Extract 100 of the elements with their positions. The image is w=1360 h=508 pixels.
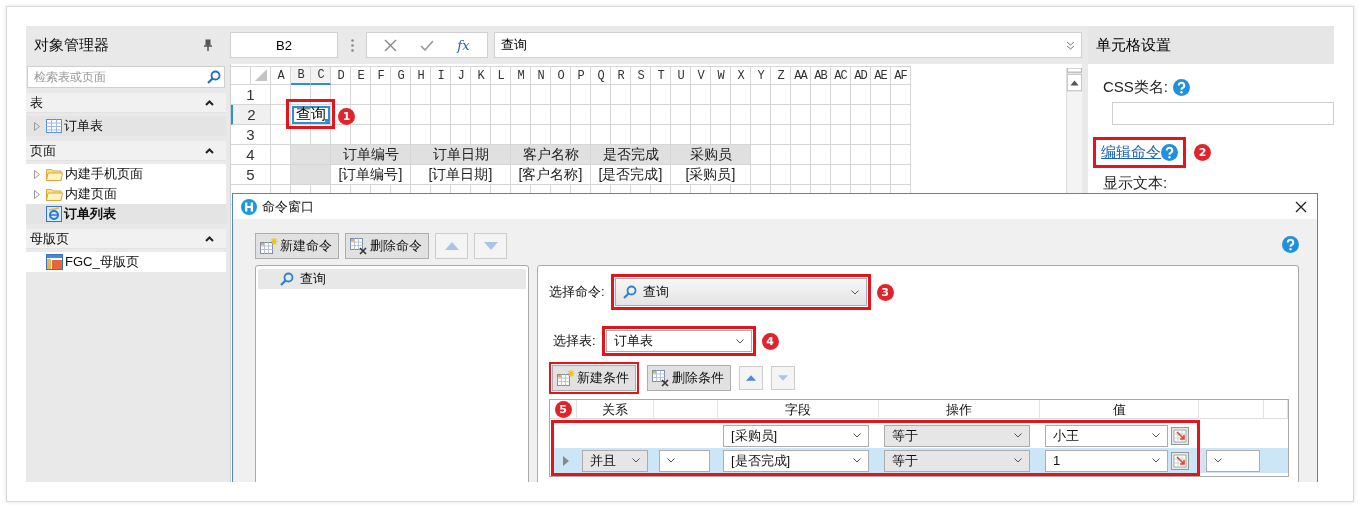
panel-title: 对象管理器 xyxy=(34,35,109,55)
condition-row[interactable]: [采购员] 等于 小王 xyxy=(554,423,1197,448)
query-button[interactable]: 查询 xyxy=(291,105,330,124)
layout-icon xyxy=(46,254,63,270)
column-header[interactable]: K xyxy=(471,66,491,85)
triangle-down-icon xyxy=(778,374,788,382)
dropdown[interactable]: 小王 xyxy=(1045,424,1168,447)
help-icon[interactable] xyxy=(1282,236,1299,253)
column-header[interactable]: AB xyxy=(811,66,831,85)
condition-row[interactable]: 并且 [是否完成] 等于 1 xyxy=(554,448,1197,473)
column-header[interactable]: O xyxy=(551,66,571,85)
tree-item[interactable]: FGC_母版页 xyxy=(26,252,226,272)
css-class-field[interactable] xyxy=(1112,102,1334,125)
section-header[interactable]: 页面 xyxy=(26,141,226,161)
column-header[interactable]: N xyxy=(531,66,551,85)
row-header[interactable]: 2 xyxy=(231,105,271,125)
close-icon[interactable] xyxy=(1295,200,1307,213)
delete-button[interactable]: 删除条件 xyxy=(647,365,731,391)
search-icon xyxy=(207,70,221,84)
item-label: 内建手机页面 xyxy=(65,165,143,183)
column-header[interactable]: P xyxy=(571,66,591,85)
dropdown[interactable]: [采购员] xyxy=(723,424,869,447)
help-icon[interactable] xyxy=(1161,144,1178,161)
expand-triangle-icon[interactable] xyxy=(34,189,40,199)
item-label: 内建页面 xyxy=(65,185,117,203)
column-header[interactable]: AF xyxy=(891,66,911,85)
column-header[interactable]: L xyxy=(491,66,511,85)
column-header[interactable]: I xyxy=(431,66,451,85)
header-cell: 采购员 xyxy=(671,145,751,165)
dropdown[interactable]: 并且 xyxy=(582,449,648,472)
help-icon[interactable] xyxy=(1173,79,1190,96)
callout-badge: 1 xyxy=(338,108,355,125)
column-header[interactable]: W xyxy=(711,66,731,85)
column-header[interactable]: AD xyxy=(851,66,871,85)
callout-badge: 3 xyxy=(876,283,894,301)
column-header[interactable]: A xyxy=(271,66,291,85)
dropdown[interactable]: 等于 xyxy=(884,449,1030,472)
column-header[interactable]: G xyxy=(391,66,411,85)
chevron-down-icon xyxy=(1152,433,1160,438)
header-cell: 是否完成 xyxy=(591,145,671,165)
delete-button[interactable]: 删除命令 xyxy=(345,233,429,259)
tree-item[interactable]: 订单列表 xyxy=(26,204,226,224)
dropdown[interactable]: [是否完成] xyxy=(723,449,869,472)
command-item[interactable]: 查询 xyxy=(258,269,526,289)
new-button[interactable]: 新建命令 xyxy=(255,233,339,259)
expand-triangle-icon[interactable] xyxy=(34,169,40,179)
field-picker-icon[interactable] xyxy=(1171,426,1189,445)
column-header[interactable]: E xyxy=(351,66,371,85)
column-header[interactable]: T xyxy=(651,66,671,85)
new-table-icon xyxy=(260,237,278,255)
column-header[interactable]: V xyxy=(691,66,711,85)
column-header[interactable]: AC xyxy=(831,66,851,85)
column-header[interactable]: AA xyxy=(791,66,811,85)
column-header[interactable]: H xyxy=(411,66,431,85)
cell-reference-field[interactable]: B2 xyxy=(230,32,338,58)
column-header[interactable]: D xyxy=(331,66,351,85)
delete-table-icon xyxy=(350,237,368,255)
dropdown[interactable]: 等于 xyxy=(884,424,1030,447)
dropdown[interactable] xyxy=(1206,449,1260,472)
pin-icon[interactable] xyxy=(204,39,212,51)
chevron-down-icon xyxy=(1014,458,1022,463)
tree-item[interactable]: 订单表 xyxy=(26,116,226,136)
column-header[interactable]: Y xyxy=(751,66,771,85)
column-header[interactable]: F xyxy=(371,66,391,85)
section-header[interactable]: 表 xyxy=(26,93,226,113)
double-chevron-down-icon[interactable] xyxy=(1066,40,1075,50)
folder-icon xyxy=(46,187,63,201)
column-header[interactable]: AE xyxy=(871,66,891,85)
column-header[interactable]: R xyxy=(611,66,631,85)
search-field[interactable]: 检索表或页面 xyxy=(27,66,225,88)
triangle-down-icon xyxy=(483,242,498,250)
chevron-down-icon xyxy=(853,433,861,438)
cancel-icon[interactable] xyxy=(384,38,398,52)
column-header[interactable]: C xyxy=(311,66,331,85)
edit-command-link[interactable]: 编辑命令 xyxy=(1101,143,1161,162)
column-header[interactable]: J xyxy=(451,66,471,85)
column-header[interactable]: Z xyxy=(771,66,791,85)
column-header[interactable]: S xyxy=(631,66,651,85)
tree-item[interactable]: 内建手机页面 xyxy=(26,164,226,184)
dropdown[interactable]: 1 xyxy=(1045,449,1168,472)
dropdown[interactable] xyxy=(659,449,710,472)
section-header[interactable]: 母版页 xyxy=(26,229,226,249)
check-icon[interactable] xyxy=(420,39,435,51)
dropdown[interactable]: 查询 xyxy=(614,278,867,306)
dropdown[interactable]: 订单表 xyxy=(605,330,752,352)
tree-item[interactable]: 内建页面 xyxy=(26,184,226,204)
field-picker-icon[interactable] xyxy=(1171,451,1189,470)
new-button[interactable]: 新建条件 xyxy=(552,365,636,391)
column-header[interactable]: Q xyxy=(591,66,611,85)
formula-field[interactable]: 查询 xyxy=(494,32,1082,58)
function-button[interactable]: fx xyxy=(457,37,470,53)
move-up-button[interactable] xyxy=(739,366,763,390)
column-header[interactable]: M xyxy=(511,66,531,85)
callout-badge: 5 xyxy=(554,401,572,418)
drag-handle-icon[interactable] xyxy=(350,38,354,52)
column-header[interactable]: B xyxy=(291,66,311,85)
column-header[interactable]: U xyxy=(671,66,691,85)
item-label: FGC_母版页 xyxy=(65,253,139,271)
column-header[interactable]: X xyxy=(731,66,751,85)
expand-triangle-icon[interactable] xyxy=(34,121,40,131)
